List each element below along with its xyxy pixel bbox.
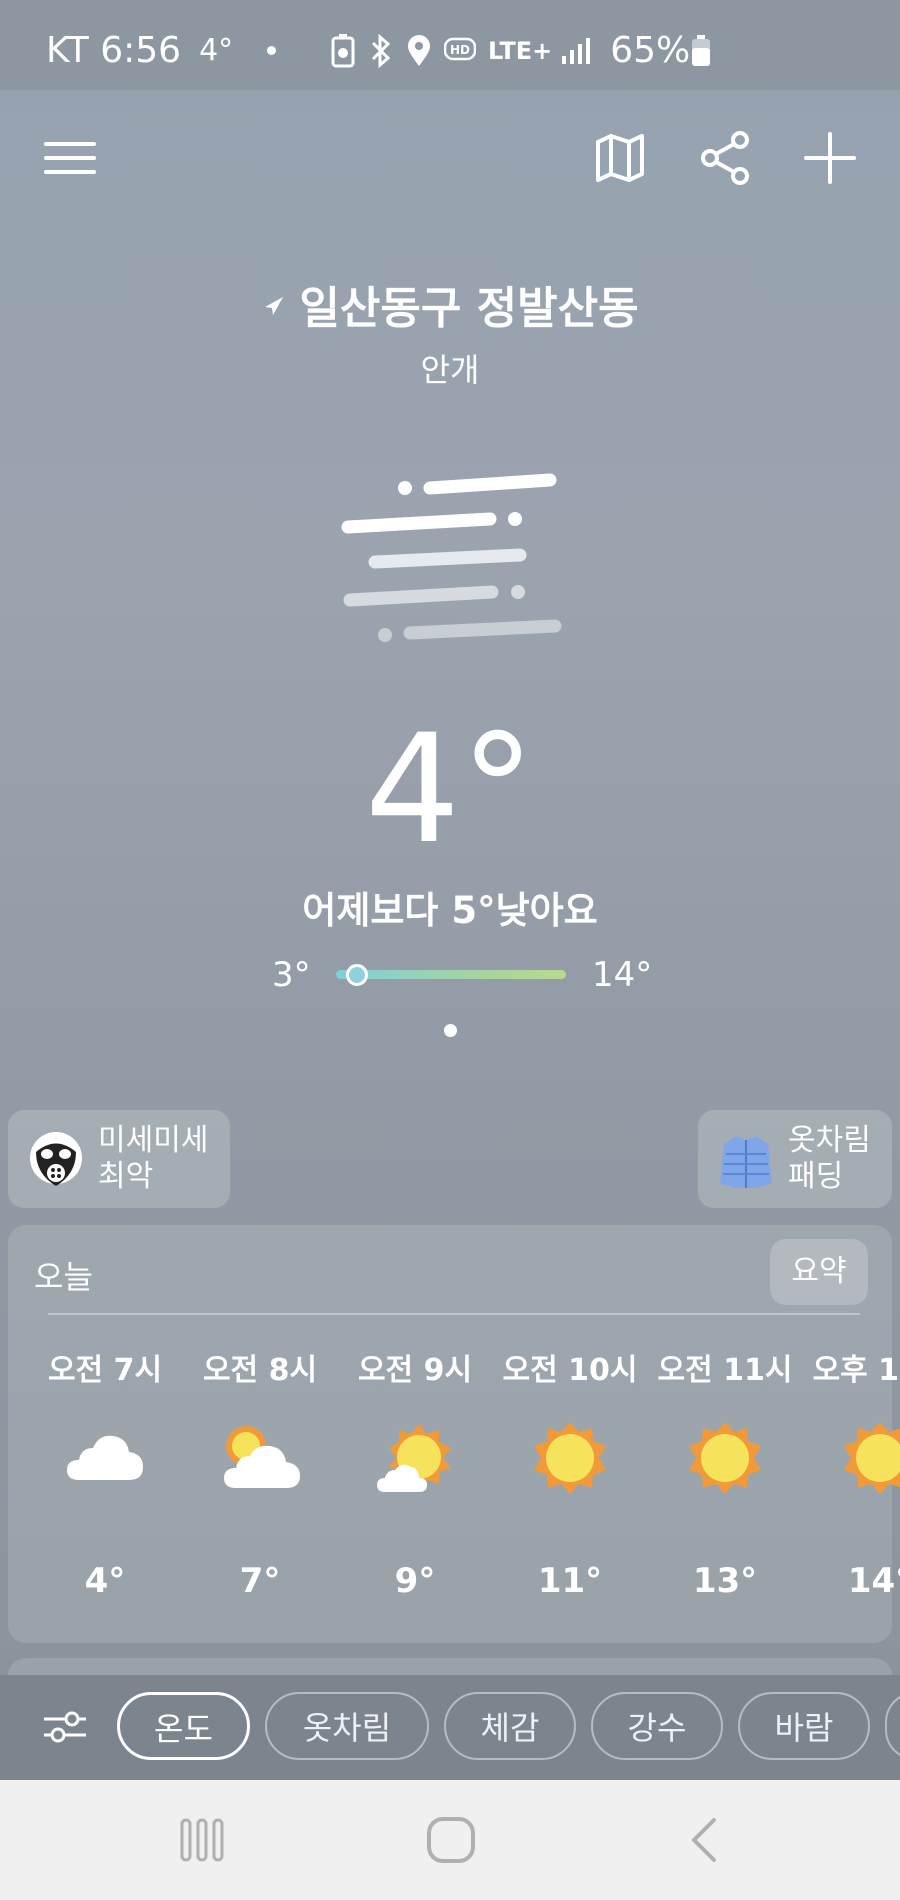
network-type: LTE+	[488, 36, 553, 65]
recent-apps-icon[interactable]	[178, 1816, 226, 1864]
location-title[interactable]: 일산동구 정발산동	[0, 272, 900, 336]
sun-icon	[534, 1422, 606, 1494]
status-left: KT 6:56 4°	[46, 30, 277, 71]
notification-dot	[267, 46, 277, 55]
hour-label: 오후 12시	[812, 1353, 900, 1388]
filter-precipitation[interactable]: 강수	[591, 1692, 723, 1760]
gas-mask-icon	[30, 1132, 82, 1186]
hour-label: 오전 8시	[202, 1353, 318, 1388]
home-icon[interactable]	[426, 1816, 476, 1864]
hd-voice-icon: HD	[444, 37, 476, 60]
navigation-bar	[0, 1780, 900, 1900]
current-temperature: 4°	[364, 703, 536, 877]
sun-cloud-icon	[224, 1426, 300, 1488]
hour-temperature: 11°	[537, 1561, 603, 1601]
outfit-value: 패딩	[788, 1159, 844, 1194]
battery-icon	[692, 34, 711, 66]
page-indicator	[444, 1024, 457, 1037]
back-icon[interactable]	[686, 1816, 722, 1864]
filter-settings-icon[interactable]	[42, 1705, 88, 1749]
share-icon[interactable]	[698, 130, 754, 186]
hour-temperature: 4°	[84, 1561, 126, 1601]
filter-outfit[interactable]: 옷차림	[265, 1692, 429, 1760]
add-icon[interactable]	[802, 130, 858, 186]
hour-label: 오전 7시	[47, 1353, 163, 1388]
filter-more[interactable]	[885, 1692, 900, 1760]
filter-wind[interactable]: 바람	[738, 1692, 870, 1760]
bluetooth-icon	[371, 33, 391, 68]
low-temperature: 3°	[272, 955, 311, 995]
status-bar: KT 6:56 4° HD LTE+ 65%	[0, 0, 900, 90]
current-location-icon	[265, 297, 284, 315]
fine-dust-value: 최악	[98, 1159, 154, 1194]
hour-temperature: 9°	[394, 1561, 436, 1601]
hourly-overflow-clip: 오후 12시 14°	[800, 1225, 900, 1643]
sun-small-cloud-icon	[377, 1424, 451, 1492]
temperature-range-indicator	[346, 964, 368, 986]
status-temp: 4°	[199, 33, 234, 68]
filter-temperature[interactable]: 온도	[117, 1692, 250, 1760]
fine-dust-chip[interactable]: 미세미세 최악	[8, 1110, 230, 1208]
hour-temperature: 14°	[847, 1561, 900, 1601]
location-name: 일산동구 정발산동	[299, 283, 639, 334]
sun-icon	[844, 1422, 900, 1494]
hour-label: 오전 9시	[357, 1353, 473, 1388]
hour-temperature: 7°	[239, 1561, 281, 1601]
hour-temperature: 13°	[692, 1561, 758, 1601]
temperature-range-bar	[336, 970, 566, 979]
signal-icon	[562, 37, 591, 64]
hour-label: 오전 11시	[657, 1353, 793, 1388]
card-divider	[48, 1313, 860, 1315]
menu-icon[interactable]	[42, 130, 98, 186]
carrier-time: KT 6:56	[46, 30, 182, 71]
high-temperature: 14°	[592, 955, 653, 995]
outfit-label: 옷차림	[788, 1123, 871, 1158]
weather-condition: 안개	[420, 351, 480, 389]
hour-label: 오전 10시	[502, 1353, 638, 1388]
today-title: 오늘	[34, 1258, 93, 1296]
sun-icon	[689, 1422, 761, 1494]
yesterday-comparison: 어제보다 5°낮아요	[302, 889, 598, 932]
fog-icon	[341, 473, 562, 642]
filter-feels-like[interactable]: 체감	[444, 1692, 576, 1760]
fine-dust-label: 미세미세	[98, 1123, 209, 1158]
location-icon	[408, 34, 430, 66]
battery-level: 65%	[610, 30, 691, 71]
svg-text:HD: HD	[450, 43, 470, 57]
battery-saver-icon	[331, 33, 355, 67]
outfit-chip[interactable]: 옷차림 패딩	[698, 1110, 892, 1208]
cloud-icon	[67, 1435, 143, 1480]
status-right: HD LTE+ 65%	[330, 30, 724, 71]
filter-bar: 온도 옷차림 체감 강수 바람	[0, 1675, 900, 1780]
padded-jacket-icon	[720, 1136, 772, 1188]
map-icon[interactable]	[592, 130, 648, 186]
